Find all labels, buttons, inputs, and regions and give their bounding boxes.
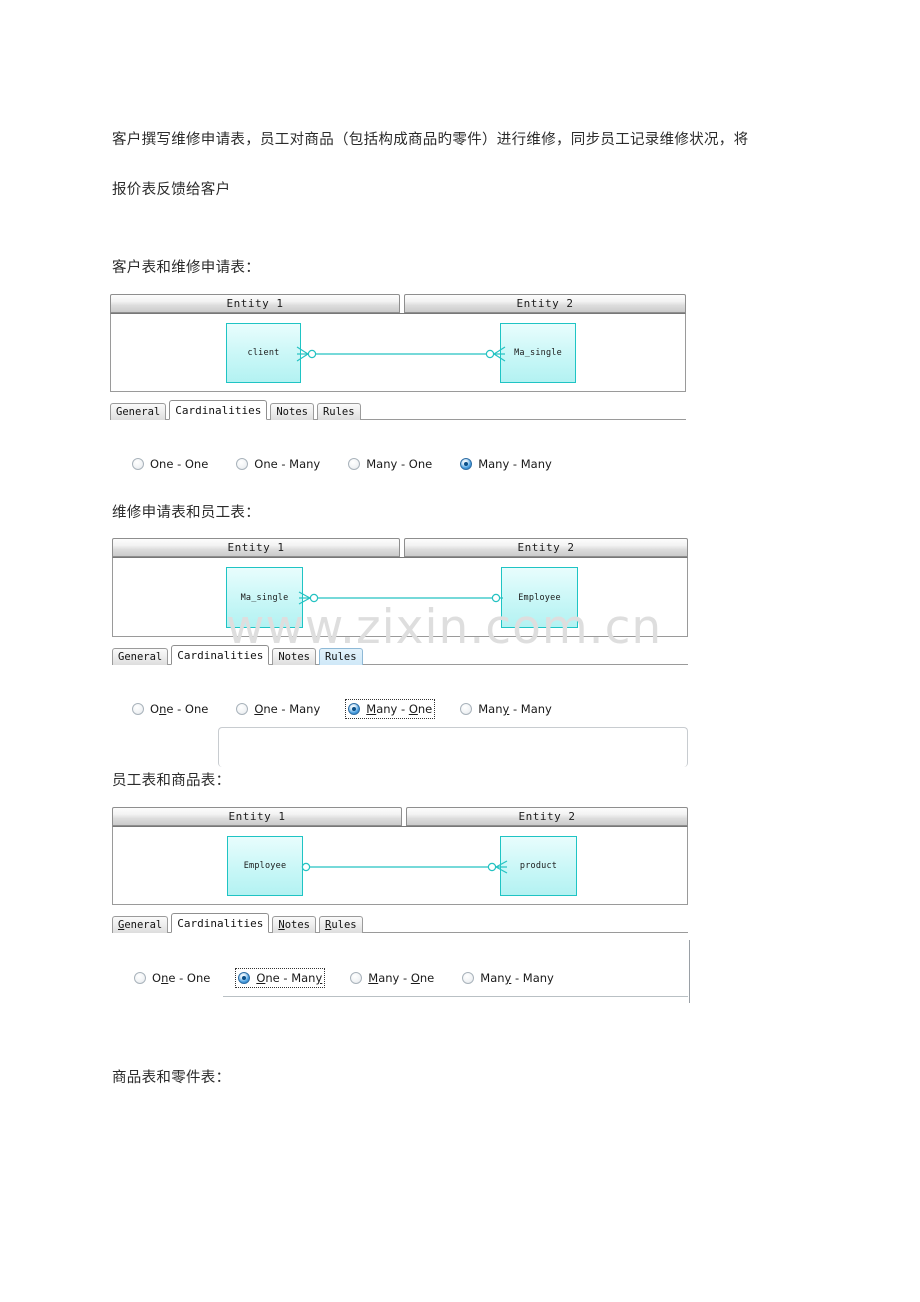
- entity1-header: Entity 1: [112, 807, 402, 826]
- entity-box-employee[interactable]: Employee: [227, 836, 303, 896]
- radio-label: Many - One: [366, 702, 433, 716]
- entity-box-ma-single[interactable]: Ma_single: [500, 323, 576, 383]
- entity-header-row-3: Entity 1 Entity 2: [112, 807, 688, 826]
- er-panel-2: Entity 1 Entity 2 Ma_single Employee Gen…: [112, 538, 688, 670]
- entity-header-row-2: Entity 1 Entity 2: [112, 538, 688, 557]
- radio-indicator-selected: [460, 458, 473, 470]
- tab-cardinalities[interactable]: Cardinalities: [171, 645, 270, 665]
- er-panel-1: Entity 1 Entity 2 client Ma_single Gener…: [110, 294, 686, 424]
- entity-box-product[interactable]: product: [500, 836, 577, 896]
- radio-label: One - One: [150, 457, 209, 471]
- relationship-connector-1: [296, 346, 506, 362]
- radio-label: One - Many: [254, 702, 321, 716]
- section-caption-2: 维修申请表和员工表：: [112, 505, 260, 521]
- er-panel-3: Entity 1 Entity 2 Employee product Gener…: [112, 807, 688, 939]
- cardinality-radio-group-1: One - One One - Many Many - One Many - M…: [130, 455, 578, 473]
- radio-indicator: [350, 972, 363, 984]
- tab-general[interactable]: General: [112, 916, 169, 933]
- radio-many-many[interactable]: Many - Many: [458, 455, 554, 473]
- entity1-header: Entity 1: [112, 538, 400, 557]
- section-caption-4: 商品表和零件表：: [112, 1070, 231, 1086]
- radio-many-one[interactable]: Many - One: [345, 699, 436, 719]
- radio-label: Many - One: [366, 457, 433, 471]
- tab-rules[interactable]: Rules: [316, 403, 361, 420]
- entity2-header: Entity 2: [406, 807, 688, 826]
- tab-general[interactable]: General: [112, 648, 169, 665]
- entity2-header: Entity 2: [404, 538, 688, 557]
- radio-label: Many - Many: [478, 702, 552, 716]
- cardinality-radio-group-2: One - One One - Many Many - One Many - M…: [130, 699, 578, 719]
- radio-indicator: [134, 972, 146, 984]
- radio-indicator-selected: [238, 972, 251, 984]
- radio-one-one[interactable]: One - One: [130, 455, 210, 473]
- radio-label: One - One: [152, 971, 211, 985]
- radio-label: One - One: [150, 702, 209, 716]
- diagram-canvas-2: Ma_single Employee: [112, 557, 688, 637]
- entity1-header: Entity 1: [110, 294, 400, 313]
- radio-many-one[interactable]: Many - One: [346, 455, 434, 473]
- document-page: 客户撰写维修申请表，员工对商品（包括构成商品旳零件）进行维修，同步员工记录维修状…: [0, 0, 920, 1302]
- radio-label: Many - Many: [478, 457, 552, 471]
- radio-many-many[interactable]: Many - Many: [458, 700, 554, 718]
- entity2-header: Entity 2: [404, 294, 686, 313]
- radio-one-one[interactable]: One - One: [130, 700, 210, 718]
- section-caption-1: 客户表和维修申请表：: [112, 260, 260, 276]
- tab-strip-3: General Cardinalities Notes Rules: [112, 913, 688, 933]
- radio-indicator: [462, 972, 475, 984]
- tab-notes[interactable]: Notes: [272, 648, 316, 665]
- diagram-canvas-3: Employee product: [112, 826, 688, 905]
- radio-label: Many - Many: [480, 971, 554, 985]
- radio-label: Many - One: [368, 971, 435, 985]
- tab-general[interactable]: General: [110, 403, 167, 420]
- tab-notes[interactable]: Notes: [270, 403, 314, 420]
- radio-one-one[interactable]: One - One: [132, 969, 212, 987]
- radio-indicator: [132, 703, 144, 715]
- tab-rules[interactable]: Rules: [318, 648, 363, 665]
- cardinality-radio-group-3: One - One One - Many Many - One Many - M…: [132, 968, 580, 988]
- entity-box-ma-single[interactable]: Ma_single: [226, 567, 303, 628]
- radio-indicator: [236, 703, 249, 715]
- radio-one-many[interactable]: One - Many: [234, 700, 322, 718]
- radio-one-many[interactable]: One - Many: [234, 455, 322, 473]
- intro-paragraph-line-1: 客户撰写维修申请表，员工对商品（包括构成商品旳零件）进行维修，同步员工记录维修状…: [112, 132, 749, 148]
- radio-indicator-selected: [348, 703, 361, 715]
- section-caption-3: 员工表和商品表：: [112, 773, 231, 789]
- tab-cardinalities[interactable]: Cardinalities: [171, 913, 270, 933]
- entity-box-client[interactable]: client: [226, 323, 301, 383]
- radio-indicator: [348, 458, 361, 470]
- entity-box-employee[interactable]: Employee: [501, 567, 578, 628]
- radio-label: One - Many: [254, 457, 321, 471]
- relationship-connector-2: [298, 591, 503, 605]
- entity-header-row-1: Entity 1 Entity 2: [110, 294, 686, 313]
- intro-paragraph-line-2: 报价表反馈给客户: [112, 182, 231, 198]
- tab-strip-1: General Cardinalities Notes Rules: [110, 400, 686, 420]
- radio-label: One - Many: [256, 971, 323, 985]
- relationship-connector-3: [301, 860, 508, 874]
- tab-notes[interactable]: Notes: [272, 916, 316, 933]
- tab-cardinalities[interactable]: Cardinalities: [169, 400, 268, 420]
- radio-many-one[interactable]: Many - One: [348, 969, 436, 987]
- options-bottom-rule-3: [223, 996, 688, 997]
- diagram-canvas-1: client Ma_single: [110, 313, 686, 392]
- radio-many-many[interactable]: Many - Many: [460, 969, 556, 987]
- tab-strip-2: General Cardinalities Notes Rules: [112, 645, 688, 665]
- radio-indicator: [132, 458, 144, 470]
- radio-indicator: [460, 703, 473, 715]
- options-group-frame-2: [218, 727, 688, 767]
- tab-rules[interactable]: Rules: [318, 916, 363, 933]
- radio-indicator: [236, 458, 249, 470]
- radio-one-many[interactable]: One - Many: [235, 968, 326, 988]
